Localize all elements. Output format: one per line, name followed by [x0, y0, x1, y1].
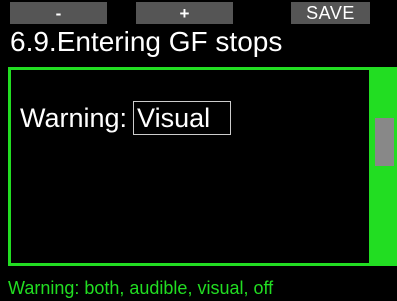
decrease-button[interactable]: - [10, 2, 107, 24]
settings-panel: Warning: Visual [8, 67, 372, 266]
warning-setting-value[interactable]: Visual [133, 101, 232, 135]
softkey-bar: - + SAVE [0, 0, 397, 26]
warning-setting-row[interactable]: Warning: Visual [20, 100, 232, 136]
page-title: 6.9.Entering GF stops [10, 26, 283, 57]
scrollbar-thumb[interactable] [375, 118, 394, 166]
warning-setting-label: Warning: [20, 103, 128, 133]
options-hint: Warning: both, audible, visual, off [8, 278, 274, 298]
save-button[interactable]: SAVE [291, 2, 370, 24]
increase-button[interactable]: + [136, 2, 233, 24]
scrollbar[interactable] [372, 67, 397, 266]
